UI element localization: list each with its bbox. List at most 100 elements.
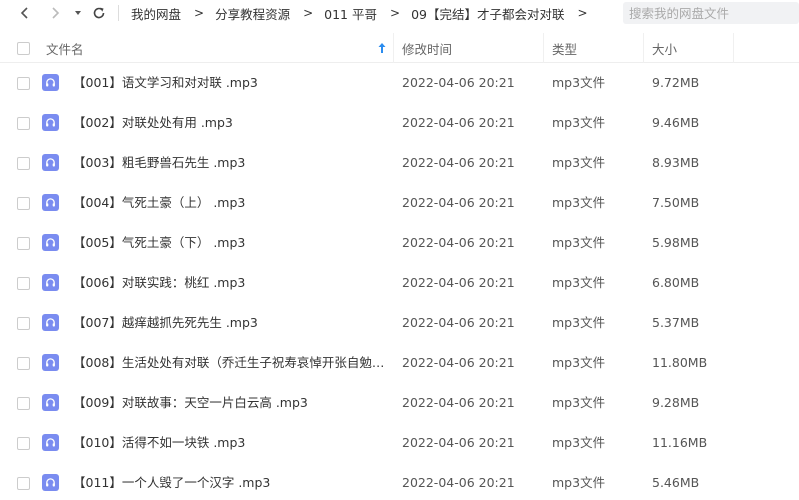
file-name[interactable]: 【001】语文学习和对对联 .mp3 — [73, 63, 391, 103]
file-name[interactable]: 【007】越痒越抓先死先生 .mp3 — [73, 303, 391, 343]
file-type: mp3文件 — [552, 275, 606, 290]
file-modified-time: 2022-04-06 20:21 — [402, 195, 515, 210]
forward-button[interactable] — [44, 2, 66, 24]
file-type: mp3文件 — [552, 355, 606, 370]
column-header-name[interactable]: 文件名 — [46, 33, 392, 63]
file-row[interactable]: 【009】对联故事：天空一片白云高 .mp3 2022-04-06 20:21 mp… — [0, 383, 799, 423]
file-name[interactable]: 【010】活得不如一块铁 .mp3 — [73, 423, 391, 463]
breadcrumb-separator-icon: > — [390, 6, 401, 20]
file-row[interactable]: 【002】对联处处有用 .mp3 2022-04-06 20:21 mp3文件 9.4… — [0, 103, 799, 143]
file-size: 11.80MB — [652, 355, 708, 370]
sort-ascending-icon[interactable] — [378, 42, 386, 54]
file-size: 5.98MB — [652, 235, 700, 250]
breadcrumb-item[interactable]: 011 平哥 — [324, 4, 377, 23]
column-divider[interactable] — [543, 33, 544, 63]
column-header-size[interactable]: 大小 — [652, 33, 732, 63]
breadcrumb-separator-icon: > — [194, 6, 205, 20]
headphones-icon — [42, 74, 59, 91]
file-name[interactable]: 【008】生活处处有对联（乔迁生子祝寿哀悼开张自勉）.... — [73, 343, 391, 383]
file-name[interactable]: 【009】对联故事：天空一片白云高 .mp3 — [73, 383, 391, 423]
file-type: mp3文件 — [552, 395, 606, 410]
file-type: mp3文件 — [552, 75, 606, 90]
file-row-checkbox[interactable] — [17, 477, 30, 490]
file-row-checkbox[interactable] — [17, 77, 30, 90]
file-row[interactable]: 【003】粗毛野兽石先生 .mp3 2022-04-06 20:21 mp3文件 8.… — [0, 143, 799, 183]
file-modified-time: 2022-04-06 20:21 — [402, 115, 515, 130]
column-header-size-label: 大小 — [652, 41, 678, 57]
file-size: 9.46MB — [652, 115, 700, 130]
file-name[interactable]: 【004】气死土豪（上） .mp3 — [73, 183, 391, 223]
file-row[interactable]: 【011】一个人毁了一个汉字 .mp3 2022-04-06 20:21 mp3文件… — [0, 463, 799, 500]
chevron-right-icon — [52, 7, 60, 19]
breadcrumb: 我的网盘 > 分享教程资源 > 011 平哥 > 09【完结】才子都会对对联 > — [131, 0, 599, 26]
history-dropdown-button[interactable] — [70, 2, 86, 24]
breadcrumb-item[interactable]: 09【完结】才子都会对对联 — [411, 4, 564, 23]
file-row-checkbox[interactable] — [17, 317, 30, 330]
search-input[interactable] — [629, 5, 799, 21]
file-row-checkbox[interactable] — [17, 277, 30, 290]
chevron-left-icon — [20, 7, 28, 19]
file-row-checkbox[interactable] — [17, 157, 30, 170]
headphones-icon — [42, 114, 59, 131]
headphones-icon — [42, 274, 59, 291]
file-size: 11.16MB — [652, 435, 708, 450]
headphones-icon — [42, 314, 59, 331]
file-list: 【001】语文学习和对对联 .mp3 2022-04-06 20:21 mp3文件 9… — [0, 63, 799, 500]
select-all-checkbox[interactable] — [17, 41, 30, 55]
column-divider[interactable] — [393, 33, 394, 63]
column-divider[interactable] — [643, 33, 644, 63]
file-row[interactable]: 【006】对联实践：桃红 .mp3 2022-04-06 20:21 mp3文件 6.… — [0, 263, 799, 303]
file-size: 7.50MB — [652, 195, 700, 210]
column-header-type[interactable]: 类型 — [552, 33, 642, 63]
file-row[interactable]: 【010】活得不如一块铁 .mp3 2022-04-06 20:21 mp3文件 11… — [0, 423, 799, 463]
file-name[interactable]: 【003】粗毛野兽石先生 .mp3 — [73, 143, 391, 183]
file-row[interactable]: 【001】语文学习和对对联 .mp3 2022-04-06 20:21 mp3文件 9… — [0, 63, 799, 103]
file-type: mp3文件 — [552, 115, 606, 130]
column-divider[interactable] — [733, 33, 734, 63]
breadcrumb-separator-icon: > — [577, 6, 588, 20]
file-name[interactable]: 【011】一个人毁了一个汉字 .mp3 — [73, 463, 391, 500]
file-modified-time: 2022-04-06 20:21 — [402, 355, 515, 370]
file-row[interactable]: 【005】气死土豪（下） .mp3 2022-04-06 20:21 mp3文件 5.… — [0, 223, 799, 263]
file-row[interactable]: 【007】越痒越抓先死先生 .mp3 2022-04-06 20:21 mp3文件 5… — [0, 303, 799, 343]
headphones-icon — [42, 154, 59, 171]
file-type: mp3文件 — [552, 155, 606, 170]
breadcrumb-item[interactable]: 我的网盘 — [131, 4, 181, 23]
headphones-icon — [42, 394, 59, 411]
headphones-icon — [42, 434, 59, 451]
file-row-checkbox[interactable] — [17, 117, 30, 130]
file-name[interactable]: 【006】对联实践：桃红 .mp3 — [73, 263, 391, 303]
column-header-time[interactable]: 修改时间 — [402, 33, 542, 63]
back-button[interactable] — [14, 2, 36, 24]
headphones-icon — [42, 474, 59, 491]
select-all-cell — [17, 33, 30, 63]
file-row-checkbox[interactable] — [17, 437, 30, 450]
breadcrumb-item[interactable]: 分享教程资源 — [215, 4, 290, 23]
file-list-header: 文件名 修改时间 类型 大小 — [0, 33, 799, 63]
file-size: 5.37MB — [652, 315, 700, 330]
refresh-button[interactable] — [88, 2, 110, 24]
column-header-time-label: 修改时间 — [402, 41, 453, 57]
breadcrumb-separator-icon: > — [303, 6, 314, 20]
file-row[interactable]: 【008】生活处处有对联（乔迁生子祝寿哀悼开张自勉）.... 2022-04-06… — [0, 343, 799, 383]
file-name[interactable]: 【005】气死土豪（下） .mp3 — [73, 223, 391, 263]
file-size: 9.72MB — [652, 75, 700, 90]
file-size: 6.80MB — [652, 275, 700, 290]
file-row-checkbox[interactable] — [17, 197, 30, 210]
file-size: 8.93MB — [652, 155, 700, 170]
column-header-type-label: 类型 — [552, 41, 578, 57]
file-modified-time: 2022-04-06 20:21 — [402, 155, 515, 170]
file-row-checkbox[interactable] — [17, 397, 30, 410]
search-box — [623, 2, 799, 24]
headphones-icon — [42, 354, 59, 371]
file-modified-time: 2022-04-06 20:21 — [402, 275, 515, 290]
file-type: mp3文件 — [552, 475, 606, 490]
refresh-icon — [93, 7, 105, 19]
file-row-checkbox[interactable] — [17, 357, 30, 370]
file-type: mp3文件 — [552, 195, 606, 210]
caret-down-icon — [75, 11, 81, 15]
file-row[interactable]: 【004】气死土豪（上） .mp3 2022-04-06 20:21 mp3文件 7.… — [0, 183, 799, 223]
file-name[interactable]: 【002】对联处处有用 .mp3 — [73, 103, 391, 143]
file-row-checkbox[interactable] — [17, 237, 30, 250]
headphones-icon — [42, 194, 59, 211]
